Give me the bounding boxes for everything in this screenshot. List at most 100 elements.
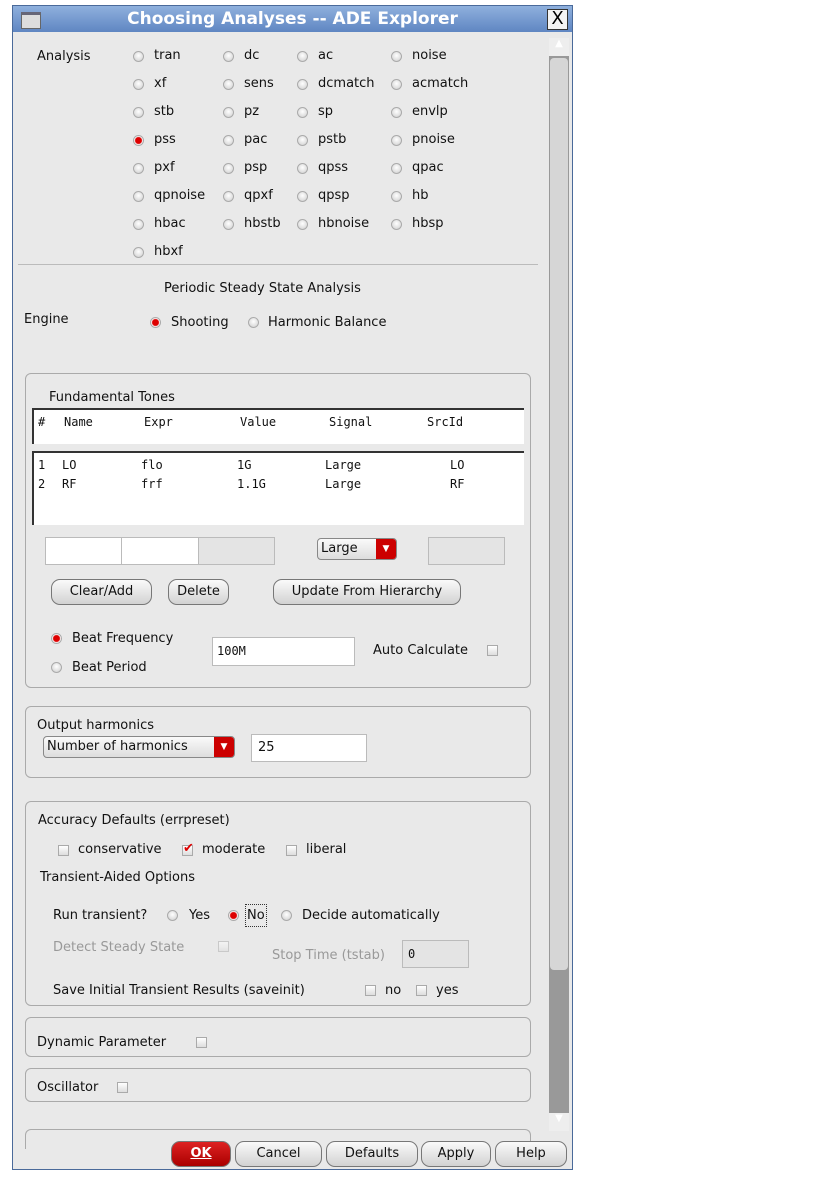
delete-button[interactable]: Delete (168, 579, 229, 605)
analysis-label-sp[interactable]: sp (318, 104, 333, 119)
analysis-label-pac[interactable]: pac (244, 132, 267, 147)
tone-value-input[interactable] (198, 537, 275, 565)
engine-hb-label[interactable]: Harmonic Balance (268, 315, 386, 330)
analysis-radio-acmatch[interactable] (391, 79, 402, 90)
engine-shooting-label[interactable]: Shooting (171, 315, 229, 330)
dynamic-parameter-checkbox[interactable] (196, 1037, 207, 1048)
analysis-radio-dcmatch[interactable] (297, 79, 308, 90)
analysis-label-pnoise[interactable]: pnoise (412, 132, 455, 147)
analysis-radio-pss[interactable] (133, 135, 144, 146)
saveinit-no-label[interactable]: no (385, 983, 401, 998)
run-auto-radio[interactable] (281, 910, 292, 921)
analysis-radio-xf[interactable] (133, 79, 144, 90)
analysis-radio-qpac[interactable] (391, 163, 402, 174)
close-button[interactable]: X (547, 9, 568, 30)
run-auto-label[interactable]: Decide automatically (302, 908, 440, 923)
analysis-radio-tran[interactable] (133, 51, 144, 62)
tones-row-2-cell[interactable]: RF (450, 477, 464, 491)
conservative-checkbox[interactable] (58, 845, 69, 856)
auto-calculate-checkbox[interactable] (487, 645, 498, 656)
analysis-label-stb[interactable]: stb (154, 104, 174, 119)
moderate-checkbox[interactable]: ✔ (182, 842, 194, 856)
saveinit-yes-checkbox[interactable] (416, 985, 427, 996)
analysis-label-qpac[interactable]: qpac (412, 160, 444, 175)
analysis-radio-qpss[interactable] (297, 163, 308, 174)
scroll-thumb[interactable] (550, 58, 568, 970)
scrollbar[interactable]: ▲ ▼ (549, 38, 569, 1131)
analysis-radio-qpxf[interactable] (223, 191, 234, 202)
harmonics-mode-select[interactable]: Number of harmonics ▼ (43, 736, 235, 758)
defaults-button[interactable]: Defaults (326, 1141, 418, 1167)
oscillator-checkbox[interactable] (117, 1082, 128, 1093)
analysis-radio-stb[interactable] (133, 107, 144, 118)
tones-row-1-cell[interactable]: flo (141, 458, 163, 472)
analysis-radio-hbstb[interactable] (223, 219, 234, 230)
update-from-hierarchy-button[interactable]: Update From Hierarchy (273, 579, 461, 605)
beat-frequency-radio[interactable] (51, 633, 62, 644)
analysis-radio-ac[interactable] (297, 51, 308, 62)
analysis-label-xf[interactable]: xf (154, 76, 166, 91)
tones-row-1-cell[interactable]: 1 (38, 458, 45, 472)
analysis-radio-hbac[interactable] (133, 219, 144, 230)
tones-row-2-cell[interactable]: 2 (38, 477, 45, 491)
analysis-label-pz[interactable]: pz (244, 104, 259, 119)
beat-period-radio[interactable] (51, 662, 62, 673)
scroll-down-button[interactable]: ▼ (549, 1113, 569, 1131)
tones-row-2-cell[interactable]: 1.1G (237, 477, 266, 491)
analysis-label-pstb[interactable]: pstb (318, 132, 346, 147)
analysis-label-qpsp[interactable]: qpsp (318, 188, 350, 203)
saveinit-no-checkbox[interactable] (365, 985, 376, 996)
saveinit-yes-label[interactable]: yes (436, 983, 458, 998)
analysis-label-pxf[interactable]: pxf (154, 160, 175, 175)
analysis-label-hbac[interactable]: hbac (154, 216, 186, 231)
analysis-radio-envlp[interactable] (391, 107, 402, 118)
analysis-label-acmatch[interactable]: acmatch (412, 76, 468, 91)
analysis-radio-psp[interactable] (223, 163, 234, 174)
beat-value-input[interactable]: 100M (212, 637, 355, 666)
tone-expr-input[interactable] (121, 537, 199, 565)
window-menu-icon[interactable] (21, 12, 41, 29)
title-bar[interactable]: Choosing Analyses -- ADE Explorer X (13, 6, 572, 32)
analysis-radio-qpnoise[interactable] (133, 191, 144, 202)
stop-time-input[interactable]: 0 (402, 940, 469, 968)
srcid-input[interactable] (428, 537, 505, 565)
beat-period-label[interactable]: Beat Period (72, 660, 147, 675)
analysis-radio-hbsp[interactable] (391, 219, 402, 230)
analysis-radio-pnoise[interactable] (391, 135, 402, 146)
tones-row-1-cell[interactable]: 1G (237, 458, 251, 472)
analysis-label-qpnoise[interactable]: qpnoise (154, 188, 205, 203)
analysis-label-hbsp[interactable]: hbsp (412, 216, 444, 231)
tones-row-2-cell[interactable]: Large (325, 477, 361, 491)
harmonics-value-input[interactable]: 25 (251, 734, 367, 762)
analysis-radio-sens[interactable] (223, 79, 234, 90)
detect-steady-state-checkbox[interactable] (218, 941, 229, 952)
analysis-radio-pz[interactable] (223, 107, 234, 118)
analysis-radio-qpsp[interactable] (297, 191, 308, 202)
engine-hb-radio[interactable] (248, 317, 259, 328)
analysis-label-hb[interactable]: hb (412, 188, 429, 203)
analysis-label-qpxf[interactable]: qpxf (244, 188, 273, 203)
run-no-label[interactable]: No (245, 904, 267, 927)
analysis-label-hbnoise[interactable]: hbnoise (318, 216, 369, 231)
analysis-label-hbxf[interactable]: hbxf (154, 244, 183, 259)
run-yes-label[interactable]: Yes (189, 908, 210, 923)
tones-row-2-cell[interactable]: frf (141, 477, 163, 491)
analysis-label-envlp[interactable]: envlp (412, 104, 448, 119)
moderate-label[interactable]: moderate (202, 842, 265, 857)
tones-row-1-cell[interactable]: LO (450, 458, 464, 472)
signal-select[interactable]: Large ▼ (317, 538, 397, 560)
tone-name-input[interactable] (45, 537, 122, 565)
tones-row-1-cell[interactable]: Large (325, 458, 361, 472)
tones-row-1-cell[interactable]: LO (62, 458, 76, 472)
analysis-label-pss[interactable]: pss (154, 132, 176, 147)
analysis-label-dcmatch[interactable]: dcmatch (318, 76, 375, 91)
help-button[interactable]: Help (495, 1141, 567, 1167)
analysis-radio-hbxf[interactable] (133, 247, 144, 258)
analysis-label-hbstb[interactable]: hbstb (244, 216, 281, 231)
liberal-label[interactable]: liberal (306, 842, 346, 857)
analysis-radio-noise[interactable] (391, 51, 402, 62)
analysis-label-tran[interactable]: tran (154, 48, 181, 63)
conservative-label[interactable]: conservative (78, 842, 162, 857)
analysis-radio-hb[interactable] (391, 191, 402, 202)
ok-button[interactable]: OK (171, 1141, 231, 1167)
